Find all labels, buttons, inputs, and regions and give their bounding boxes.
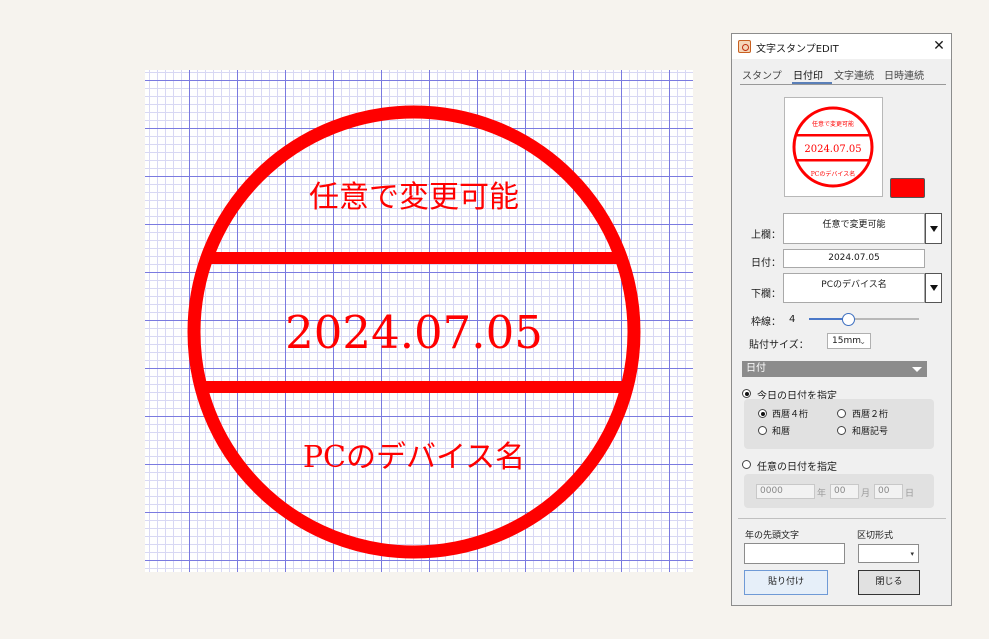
paste-button[interactable]: 貼り付け — [744, 570, 828, 595]
tab-text-sequence[interactable]: 文字連続 — [834, 67, 874, 82]
tab-bar: スタンプ 日付印 文字連続 日時連続 — [740, 67, 946, 85]
date-section-header[interactable]: 日付 — [742, 361, 927, 377]
border-label: 枠線： — [751, 317, 781, 328]
format-radio-seireki4[interactable] — [758, 409, 767, 418]
stamp-date-text: 2024.07.05 — [285, 306, 543, 359]
title-bar[interactable]: 文字スタンプEDIT ✕ — [732, 34, 951, 59]
tab-datetime-sequence[interactable]: 日時連続 — [884, 67, 924, 82]
stamp-app-icon — [738, 40, 751, 53]
stamp-bottom-text: PCのデバイス名 — [303, 440, 525, 475]
format-radio-wareki[interactable] — [758, 426, 767, 435]
date-label: 日付： — [751, 258, 781, 269]
format-label-wareki-symbol: 和暦記号 — [852, 427, 889, 437]
chevron-down-icon: ▾ — [910, 550, 914, 558]
preview-top-text: 任意で変更可能 — [812, 120, 854, 128]
format-radio-seireki2[interactable] — [837, 409, 846, 418]
year-unit-label: 年 — [817, 489, 827, 499]
format-label-wareki: 和暦 — [772, 427, 791, 437]
active-tab-indicator — [792, 82, 832, 84]
year-prefix-label: 年の先頭文字 — [745, 531, 800, 541]
border-slider-thumb[interactable] — [842, 313, 855, 326]
collapse-arrow-icon — [912, 367, 922, 372]
stamp-upper-bar — [194, 252, 634, 264]
year-prefix-input[interactable] — [744, 543, 845, 564]
stamp-top-text: 任意で変更可能 — [309, 180, 519, 215]
date-field[interactable]: 2024.07.05 — [783, 249, 925, 268]
stamp-color-button[interactable] — [890, 178, 925, 198]
paste-size-label: 貼付サイズ： — [749, 340, 809, 351]
format-radio-wareki-symbol[interactable] — [837, 426, 846, 435]
upper-label: 上欄： — [751, 230, 781, 241]
lower-dropdown-button[interactable] — [925, 273, 942, 303]
custom-month-field[interactable]: 00 — [830, 484, 859, 499]
format-label-seireki4: 西暦４桁 — [772, 410, 809, 420]
day-unit-label: 日 — [905, 489, 915, 499]
preview-stamp-graphic: 任意で変更可能 2024.07.05 PCのデバイス名 — [792, 106, 874, 188]
paste-size-value: 15mm — [832, 336, 861, 346]
upper-text-field[interactable]: 任意で変更可能 — [783, 213, 925, 244]
custom-year-field[interactable]: 0000 — [756, 484, 815, 499]
custom-date-label: 任意の日付を指定 — [757, 462, 837, 473]
preview-bottom-text: PCのデバイス名 — [811, 170, 855, 178]
chevron-down-icon: ⌄ — [859, 337, 866, 346]
lower-label: 下欄： — [751, 289, 781, 300]
stamp-lower-bar — [194, 381, 634, 393]
separator-select[interactable]: ▾ — [858, 544, 919, 563]
lower-text-field[interactable]: PCのデバイス名 — [783, 273, 925, 303]
tab-stamp[interactable]: スタンプ — [742, 67, 782, 82]
paste-size-select[interactable]: 15mm ⌄ — [827, 333, 871, 349]
separator-label: 区切形式 — [857, 531, 894, 541]
close-icon[interactable]: ✕ — [932, 38, 946, 54]
close-button[interactable]: 閉じる — [858, 570, 920, 595]
date-section-title: 日付 — [746, 363, 766, 374]
tab-date-stamp[interactable]: 日付印 — [793, 67, 823, 82]
window-title: 文字スタンプEDIT — [756, 44, 839, 55]
stamp-canvas: 任意で変更可能 2024.07.05 PCのデバイス名 — [145, 70, 693, 572]
stamp-edit-dialog: 文字スタンプEDIT ✕ スタンプ 日付印 文字連続 日時連続 任意で変更可能 … — [731, 33, 952, 606]
format-label-seireki2: 西暦２桁 — [852, 410, 889, 420]
border-value: 4 — [789, 314, 796, 325]
custom-date-radio[interactable] — [742, 460, 751, 469]
preview-date-text: 2024.07.05 — [804, 144, 861, 155]
custom-day-field[interactable]: 00 — [874, 484, 903, 499]
divider — [738, 518, 946, 519]
today-date-radio[interactable] — [742, 389, 751, 398]
stamp-preview: 任意で変更可能 2024.07.05 PCのデバイス名 — [784, 97, 883, 197]
stamp-graphic: 任意で変更可能 2024.07.05 PCのデバイス名 — [187, 105, 641, 559]
upper-dropdown-button[interactable] — [925, 213, 942, 244]
month-unit-label: 月 — [861, 489, 871, 499]
